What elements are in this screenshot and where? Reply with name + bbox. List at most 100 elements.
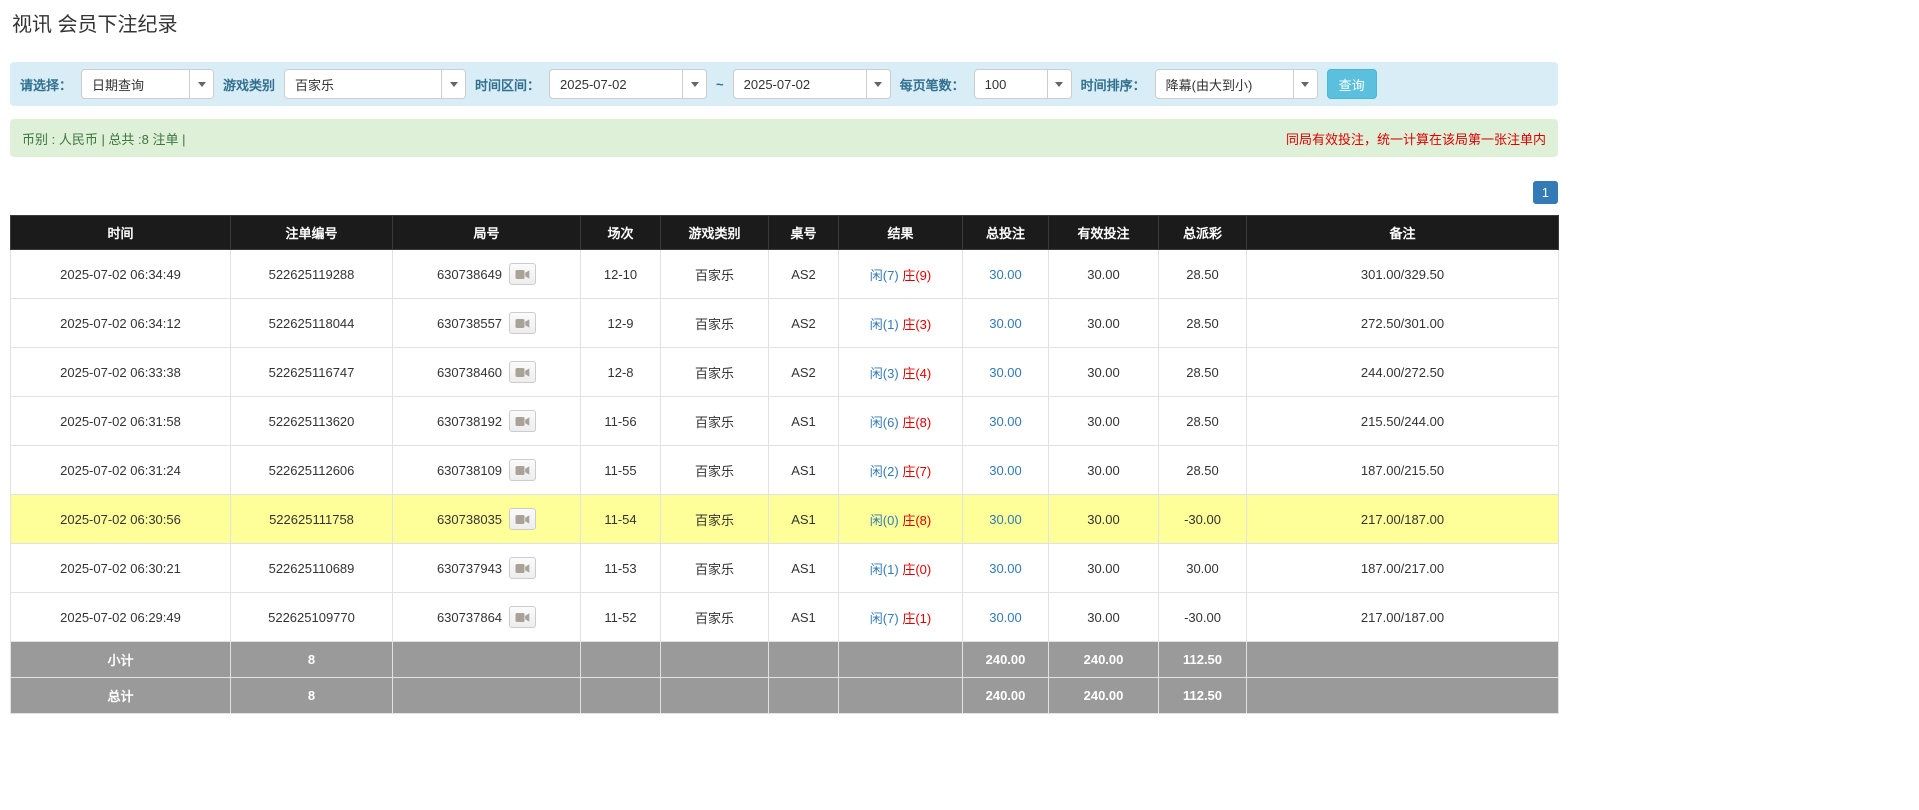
table-row: 2025-07-02 06:30:56 522625111758 6307380… bbox=[11, 495, 1559, 544]
banker-result: 庄(7) bbox=[902, 464, 931, 479]
round-cell: 630738109 bbox=[393, 446, 581, 495]
banker-result: 庄(4) bbox=[902, 366, 931, 381]
session-cell: 11-56 bbox=[581, 397, 661, 446]
page-1-button[interactable]: 1 bbox=[1533, 181, 1558, 204]
bet-id-cell: 522625110689 bbox=[231, 544, 393, 593]
chevron-down-icon[interactable] bbox=[1293, 70, 1317, 98]
column-header: 时间 bbox=[11, 216, 231, 250]
summary-total-bet: 240.00 bbox=[963, 642, 1049, 678]
date-to-value: 2025-07-02 bbox=[734, 70, 866, 98]
total-bet-link[interactable]: 30.00 bbox=[989, 561, 1022, 576]
table-no-cell: AS1 bbox=[769, 593, 839, 642]
banker-result: 庄(1) bbox=[902, 611, 931, 626]
game-type-cell: 百家乐 bbox=[661, 299, 769, 348]
round-video-button[interactable] bbox=[509, 410, 536, 432]
chevron-down-icon[interactable] bbox=[682, 70, 706, 98]
total-bet-link[interactable]: 30.00 bbox=[989, 463, 1022, 478]
date-from-picker[interactable]: 2025-07-02 bbox=[549, 69, 707, 99]
game-type-cell: 百家乐 bbox=[661, 593, 769, 642]
game-type-cell: 百家乐 bbox=[661, 397, 769, 446]
time-cell: 2025-07-02 06:31:24 bbox=[11, 446, 231, 495]
game-type-cell: 百家乐 bbox=[661, 446, 769, 495]
summary-row: 总计 8 240.00 240.00 112.50 bbox=[11, 678, 1559, 714]
remark-cell: 217.00/187.00 bbox=[1247, 593, 1559, 642]
search-button[interactable]: 查询 bbox=[1327, 69, 1377, 99]
round-video-button[interactable] bbox=[509, 606, 536, 628]
time-cell: 2025-07-02 06:29:49 bbox=[11, 593, 231, 642]
session-cell: 11-54 bbox=[581, 495, 661, 544]
chevron-down-icon[interactable] bbox=[1047, 70, 1071, 98]
game-type-cell: 百家乐 bbox=[661, 348, 769, 397]
bet-id-cell: 522625119288 bbox=[231, 250, 393, 299]
time-sort-label: 时间排序： bbox=[1081, 75, 1146, 94]
summary-row: 小计 8 240.00 240.00 112.50 bbox=[11, 642, 1559, 678]
banker-result: 庄(8) bbox=[902, 513, 931, 528]
time-range-label: 时间区间： bbox=[475, 75, 540, 94]
total-bet-link[interactable]: 30.00 bbox=[989, 512, 1022, 527]
result-cell: 闲(3) 庄(4) bbox=[839, 348, 963, 397]
game-type-cell: 百家乐 bbox=[661, 250, 769, 299]
result-cell: 闲(7) 庄(1) bbox=[839, 593, 963, 642]
video-camera-icon bbox=[515, 465, 530, 476]
banker-result: 庄(8) bbox=[902, 415, 931, 430]
table-row: 2025-07-02 06:29:49 522625109770 6307378… bbox=[11, 593, 1559, 642]
round-id: 630738460 bbox=[437, 365, 502, 380]
time-sort-dropdown[interactable]: 降幕(由大到小) bbox=[1155, 69, 1318, 99]
summary-info-bar: 币别 : 人民币 | 总共 :8 注单 | 同局有效投注，统一计算在该局第一张注… bbox=[10, 119, 1558, 157]
page-size-dropdown[interactable]: 100 bbox=[974, 69, 1072, 99]
round-video-button[interactable] bbox=[509, 459, 536, 481]
round-video-button[interactable] bbox=[509, 361, 536, 383]
table-row: 2025-07-02 06:30:21 522625110689 6307379… bbox=[11, 544, 1559, 593]
payout-cell: 28.50 bbox=[1159, 446, 1247, 495]
session-cell: 11-53 bbox=[581, 544, 661, 593]
remark-cell: 272.50/301.00 bbox=[1247, 299, 1559, 348]
total-bet-link[interactable]: 30.00 bbox=[989, 414, 1022, 429]
game-type-dropdown[interactable]: 百家乐 bbox=[284, 69, 466, 99]
round-cell: 630738035 bbox=[393, 495, 581, 544]
player-result: 闲(2) bbox=[870, 464, 899, 479]
total-bet-cell: 30.00 bbox=[963, 446, 1049, 495]
player-result: 闲(0) bbox=[870, 513, 899, 528]
pagination: 1 bbox=[10, 181, 1558, 204]
chevron-down-icon[interactable] bbox=[441, 70, 465, 98]
column-header: 结果 bbox=[839, 216, 963, 250]
summary-valid-bet: 240.00 bbox=[1049, 642, 1159, 678]
bet-id-cell: 522625116747 bbox=[231, 348, 393, 397]
column-header: 总投注 bbox=[963, 216, 1049, 250]
query-type-dropdown[interactable]: 日期查询 bbox=[81, 69, 214, 99]
column-header: 桌号 bbox=[769, 216, 839, 250]
remark-cell: 187.00/215.50 bbox=[1247, 446, 1559, 495]
summary-total-bet: 240.00 bbox=[963, 678, 1049, 714]
table-no-cell: AS1 bbox=[769, 544, 839, 593]
date-to-picker[interactable]: 2025-07-02 bbox=[733, 69, 891, 99]
chevron-down-icon[interactable] bbox=[189, 70, 213, 98]
bet-records-table: 时间注单编号局号场次游戏类别桌号结果总投注有效投注总派彩备注 2025-07-0… bbox=[10, 215, 1559, 714]
payout-cell: 28.50 bbox=[1159, 348, 1247, 397]
column-header: 局号 bbox=[393, 216, 581, 250]
video-camera-icon bbox=[515, 514, 530, 525]
round-video-button[interactable] bbox=[509, 508, 536, 530]
page-container: 视讯 会员下注纪录 请选择： 日期查询 游戏类别 百家乐 时间区间： 2025-… bbox=[10, 0, 1558, 714]
result-cell: 闲(6) 庄(8) bbox=[839, 397, 963, 446]
time-cell: 2025-07-02 06:33:38 bbox=[11, 348, 231, 397]
table-no-cell: AS1 bbox=[769, 495, 839, 544]
total-bet-link[interactable]: 30.00 bbox=[989, 610, 1022, 625]
video-camera-icon bbox=[515, 269, 530, 280]
player-result: 闲(6) bbox=[870, 415, 899, 430]
result-cell: 闲(1) 庄(3) bbox=[839, 299, 963, 348]
total-bet-link[interactable]: 30.00 bbox=[989, 267, 1022, 282]
total-bet-link[interactable]: 30.00 bbox=[989, 365, 1022, 380]
remark-cell: 244.00/272.50 bbox=[1247, 348, 1559, 397]
total-bet-link[interactable]: 30.00 bbox=[989, 316, 1022, 331]
video-camera-icon bbox=[515, 612, 530, 623]
payout-cell: 28.50 bbox=[1159, 397, 1247, 446]
round-video-button[interactable] bbox=[509, 312, 536, 334]
round-cell: 630738192 bbox=[393, 397, 581, 446]
chevron-down-icon[interactable] bbox=[866, 70, 890, 98]
result-cell: 闲(7) 庄(9) bbox=[839, 250, 963, 299]
round-video-button[interactable] bbox=[509, 557, 536, 579]
payout-cell: -30.00 bbox=[1159, 495, 1247, 544]
time-cell: 2025-07-02 06:30:21 bbox=[11, 544, 231, 593]
summary-payout: 112.50 bbox=[1159, 642, 1247, 678]
round-video-button[interactable] bbox=[509, 263, 536, 285]
